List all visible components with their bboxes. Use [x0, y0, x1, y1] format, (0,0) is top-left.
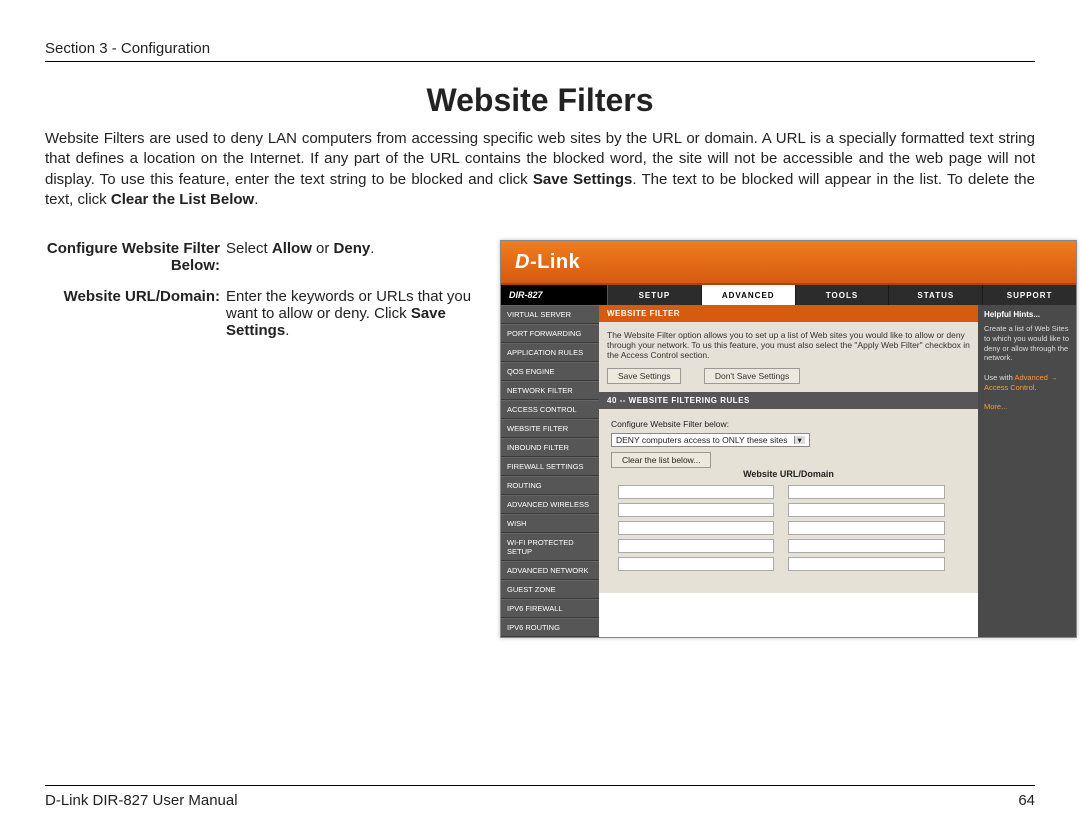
- url-input-grid: [611, 483, 966, 573]
- footer-left: D-Link DIR-827 User Manual: [45, 792, 238, 809]
- url-input[interactable]: [788, 485, 944, 499]
- intro-paragraph: Website Filters are used to deny LAN com…: [45, 129, 1035, 210]
- url-input[interactable]: [618, 539, 774, 553]
- def-value-configure: Select Allow or Deny.: [226, 240, 500, 274]
- clear-list-button[interactable]: Clear the list below...: [611, 452, 711, 468]
- t: Use with: [984, 373, 1014, 382]
- def-value-url: Enter the keywords or URLs that you want…: [226, 288, 500, 339]
- model-label: DIR-827: [501, 285, 608, 305]
- tab-tools[interactable]: TOOLS: [796, 285, 890, 305]
- section-header: Section 3 - Configuration: [45, 40, 1035, 62]
- url-input[interactable]: [788, 503, 944, 517]
- page-footer: D-Link DIR-827 User Manual 64: [45, 785, 1035, 809]
- intro-text3: .: [254, 191, 258, 208]
- sidebar-item[interactable]: IPV6 FIREWALL: [501, 599, 599, 618]
- panel-body: The Website Filter option allows you to …: [599, 322, 978, 392]
- tab-advanced[interactable]: ADVANCED: [702, 285, 796, 305]
- select-value: DENY computers access to ONLY these site…: [616, 435, 788, 445]
- panel-text: The Website Filter option allows you to …: [607, 330, 970, 360]
- sidebar-item[interactable]: ROUTING: [501, 476, 599, 495]
- sidebar-item[interactable]: NETWORK FILTER: [501, 381, 599, 400]
- cancel-button[interactable]: Don't Save Settings: [704, 368, 800, 384]
- hints-text2: Use with Advanced → Access Control.: [984, 373, 1070, 393]
- hints-title: Helpful Hints...: [978, 305, 1076, 324]
- tab-status[interactable]: STATUS: [889, 285, 983, 305]
- url-input[interactable]: [788, 539, 944, 553]
- sidebar-item[interactable]: FIREWALL SETTINGS: [501, 457, 599, 476]
- nav-row: DIR-827 SETUP ADVANCED TOOLS STATUS SUPP…: [501, 285, 1076, 305]
- configure-label: Configure Website Filter below:: [611, 419, 966, 429]
- chevron-down-icon: ▾: [794, 436, 805, 445]
- bold-deny: Deny: [334, 240, 371, 257]
- sidebar-item[interactable]: ACCESS CONTROL: [501, 400, 599, 419]
- t: Select: [226, 240, 272, 257]
- panel-title: WEBSITE FILTER: [599, 305, 978, 322]
- url-input[interactable]: [618, 503, 774, 517]
- sidebar-item[interactable]: QOS ENGINE: [501, 362, 599, 381]
- t: .: [370, 240, 374, 257]
- url-input[interactable]: [618, 521, 774, 535]
- brand-bar: D-Link: [501, 241, 1076, 285]
- sidebar-item[interactable]: WI-FI PROTECTED SETUP: [501, 533, 599, 561]
- url-input[interactable]: [788, 557, 944, 571]
- def-label-url: Website URL/Domain:: [45, 288, 226, 339]
- sidebar-item[interactable]: PORT FORWARDING: [501, 324, 599, 343]
- router-content: WEBSITE FILTER The Website Filter option…: [599, 305, 978, 637]
- sidebar-item[interactable]: APPLICATION RULES: [501, 343, 599, 362]
- router-screenshot: D-Link DIR-827 SETUP ADVANCED TOOLS STAT…: [500, 240, 1077, 638]
- rules-title: 40 -- WEBSITE FILTERING RULES: [599, 392, 978, 409]
- filter-select[interactable]: DENY computers access to ONLY these site…: [611, 433, 810, 447]
- def-label-configure: Configure Website Filter Below:: [45, 240, 226, 274]
- tab-support[interactable]: SUPPORT: [983, 285, 1076, 305]
- url-input[interactable]: [618, 557, 774, 571]
- definitions-column: Configure Website Filter Below: Select A…: [45, 240, 500, 638]
- sidebar-item[interactable]: VIRTUAL SERVER: [501, 305, 599, 324]
- page-title: Website Filters: [45, 82, 1035, 119]
- sidebar-item[interactable]: WEBSITE FILTER: [501, 419, 599, 438]
- save-button[interactable]: Save Settings: [607, 368, 681, 384]
- sidebar-item[interactable]: ADVANCED NETWORK: [501, 561, 599, 580]
- hints-more-link[interactable]: More...: [984, 402, 1070, 412]
- sidebar-item[interactable]: WISH: [501, 514, 599, 533]
- t: .: [285, 322, 289, 339]
- brand-logo: D-Link: [515, 251, 580, 274]
- sidebar-item[interactable]: INBOUND FILTER: [501, 438, 599, 457]
- router-sidebar: VIRTUAL SERVER PORT FORWARDING APPLICATI…: [501, 305, 599, 637]
- intro-bold-save: Save Settings: [533, 171, 632, 188]
- intro-bold-clear: Clear the List Below: [111, 191, 254, 208]
- footer-page-number: 64: [1018, 792, 1035, 809]
- t: or: [312, 240, 334, 257]
- hints-panel: Helpful Hints... Create a list of Web Si…: [978, 305, 1076, 637]
- url-input[interactable]: [788, 521, 944, 535]
- hints-text: Create a list of Web Sites to which you …: [984, 324, 1070, 363]
- sidebar-item[interactable]: IPV6 ROUTING: [501, 618, 599, 637]
- url-input[interactable]: [618, 485, 774, 499]
- sidebar-item[interactable]: ADVANCED WIRELESS: [501, 495, 599, 514]
- t: .: [1034, 383, 1036, 392]
- bold-allow: Allow: [272, 240, 312, 257]
- tab-setup[interactable]: SETUP: [608, 285, 702, 305]
- sidebar-item[interactable]: GUEST ZONE: [501, 580, 599, 599]
